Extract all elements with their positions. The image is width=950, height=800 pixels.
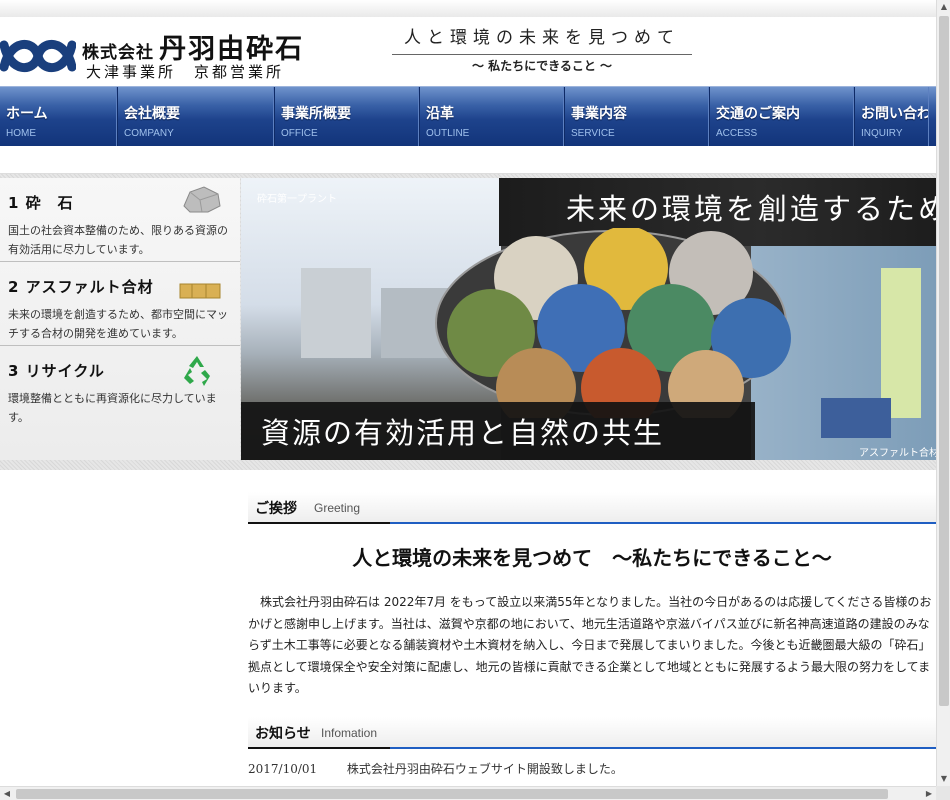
nav-sublabel: OUTLINE [426,128,470,139]
photo-label-asphalt: アスファルト合材 [859,448,936,459]
nav-sublabel: COMPANY [124,128,174,139]
news-text: 株式会社丹羽由砕石ウェブサイト開設致しました。 [346,762,623,776]
feature-text: 環境整備とともに再資源化に尽力しています。 [8,392,217,424]
company-prefix: 株式会社 [82,43,154,63]
nav-outline[interactable]: 沿革 OUTLINE [420,87,565,146]
scrollbar-corner [936,786,950,800]
hero-banner: 未来の環境を創造するため 資源の有効活用と自然の共生 砕石第一プラント アスファ… [241,178,936,460]
nav-sublabel: OFFICE [281,128,318,139]
asphalt-block-icon [179,283,221,299]
header-slogan-sub: 〜 私たちにできること 〜 [471,59,613,73]
header-underline [248,747,390,749]
plant-silo [881,268,921,418]
nav-company[interactable]: 会社概要 COMPANY [118,87,275,146]
feature-recycle[interactable]: 3 リサイクル 環境整備とともに再資源化に尽力しています。 [0,346,240,460]
scroll-down-icon[interactable]: ▼ [937,772,950,786]
news-subtitle: Infomation [321,726,378,740]
feature-list: 1 砕 石 国土の社会資本整備のため、限りある資源の有効活用に尽力しています。 … [0,178,240,460]
site-header: 株式会社 丹羽由砕石 大津事業所 京都営業所 人と環境の未来を見つめて 〜 私た… [0,17,936,87]
hero-caption: 資源の有効活用と自然の共生 [261,416,665,450]
scroll-left-icon[interactable]: ◀ [0,787,14,800]
recycle-icon [184,356,210,386]
nav-label: 事業所概要 [281,106,351,122]
nav-office[interactable]: 事業所概要 OFFICE [275,87,420,146]
nav-label: 交通のご案内 [716,106,800,122]
nav-label: 沿革 [426,106,454,122]
hero-headline: 未来の環境を創造するため [566,192,936,226]
header-slogan: 人と環境の未来を見つめて [392,23,692,55]
news-header: お知らせ Infomation [248,717,936,749]
nav-service[interactable]: 事業内容 SERVICE [565,87,710,146]
truck [821,398,891,438]
feature-crushed-stone[interactable]: 1 砕 石 国土の社会資本整備のため、限りある資源の有効活用に尽力しています。 [0,178,240,262]
header-underline [248,522,390,524]
scroll-up-icon[interactable]: ▲ [937,0,950,14]
company-logo-icon[interactable] [0,33,76,79]
news-item[interactable]: 2017/10/01 株式会社丹羽由砕石ウェブサイト開設致しました。 [248,760,936,777]
greeting-subtitle: Greeting [314,501,361,515]
crushed-stone-icon [183,186,221,213]
nav-label: 事業内容 [571,106,627,122]
feature-asphalt[interactable]: 2 アスファルト合材 未来の環境を創造するため、都市空間にマッチする合材の開発を… [0,262,240,346]
scrollbar-thumb[interactable] [16,789,888,799]
photo-label-plant: 砕石第一プラント [257,194,337,205]
greeting-header: ご挨拶 Greeting [248,492,936,524]
feature-text: 未来の環境を創造するため、都市空間にマッチする合材の開発を進めています。 [8,308,228,340]
plant-structure [301,268,371,358]
nav-sublabel: SERVICE [571,128,615,139]
nav-sublabel: ACCESS [716,128,758,139]
greeting-body: 株式会社丹羽由砕石は 2022年7月 をもって設立以来満55年となりました。当社… [248,595,932,695]
nav-label: お問い合わせ [861,106,929,122]
greeting-title: ご挨拶 [255,501,297,517]
nav-sublabel: INQUIRY [861,128,903,139]
nav-inquiry[interactable]: お問い合わせ INQUIRY [855,87,929,146]
nav-label: 会社概要 [124,106,180,122]
news-date: 2017/10/01 [248,762,318,776]
greeting-heading: 人と環境の未来を見つめて 〜私たちにできること〜 [352,546,832,570]
scrollbar-thumb[interactable] [939,16,949,706]
nav-access[interactable]: 交通のご案内 ACCESS [710,87,855,146]
spacer [0,146,936,174]
scroll-right-icon[interactable]: ▶ [922,787,936,800]
news-title: お知らせ [255,726,311,742]
office-names: 大津事業所 京都営業所 [86,63,285,81]
horizontal-scrollbar[interactable]: ◀ ▶ [0,786,936,800]
vertical-scrollbar[interactable]: ▲ ▼ [936,0,950,786]
asphalt-samples-image [435,228,791,418]
main-nav: ホーム HOME 会社概要 COMPANY 事業所概要 OFFICE 沿革 OU… [0,86,936,146]
nav-home[interactable]: ホーム HOME [0,87,118,146]
feature-text: 国土の社会資本整備のため、限りある資源の有効活用に尽力しています。 [8,224,228,256]
top-strip [0,0,936,17]
nav-label: ホーム [6,106,48,122]
nav-sublabel: HOME [6,128,36,139]
